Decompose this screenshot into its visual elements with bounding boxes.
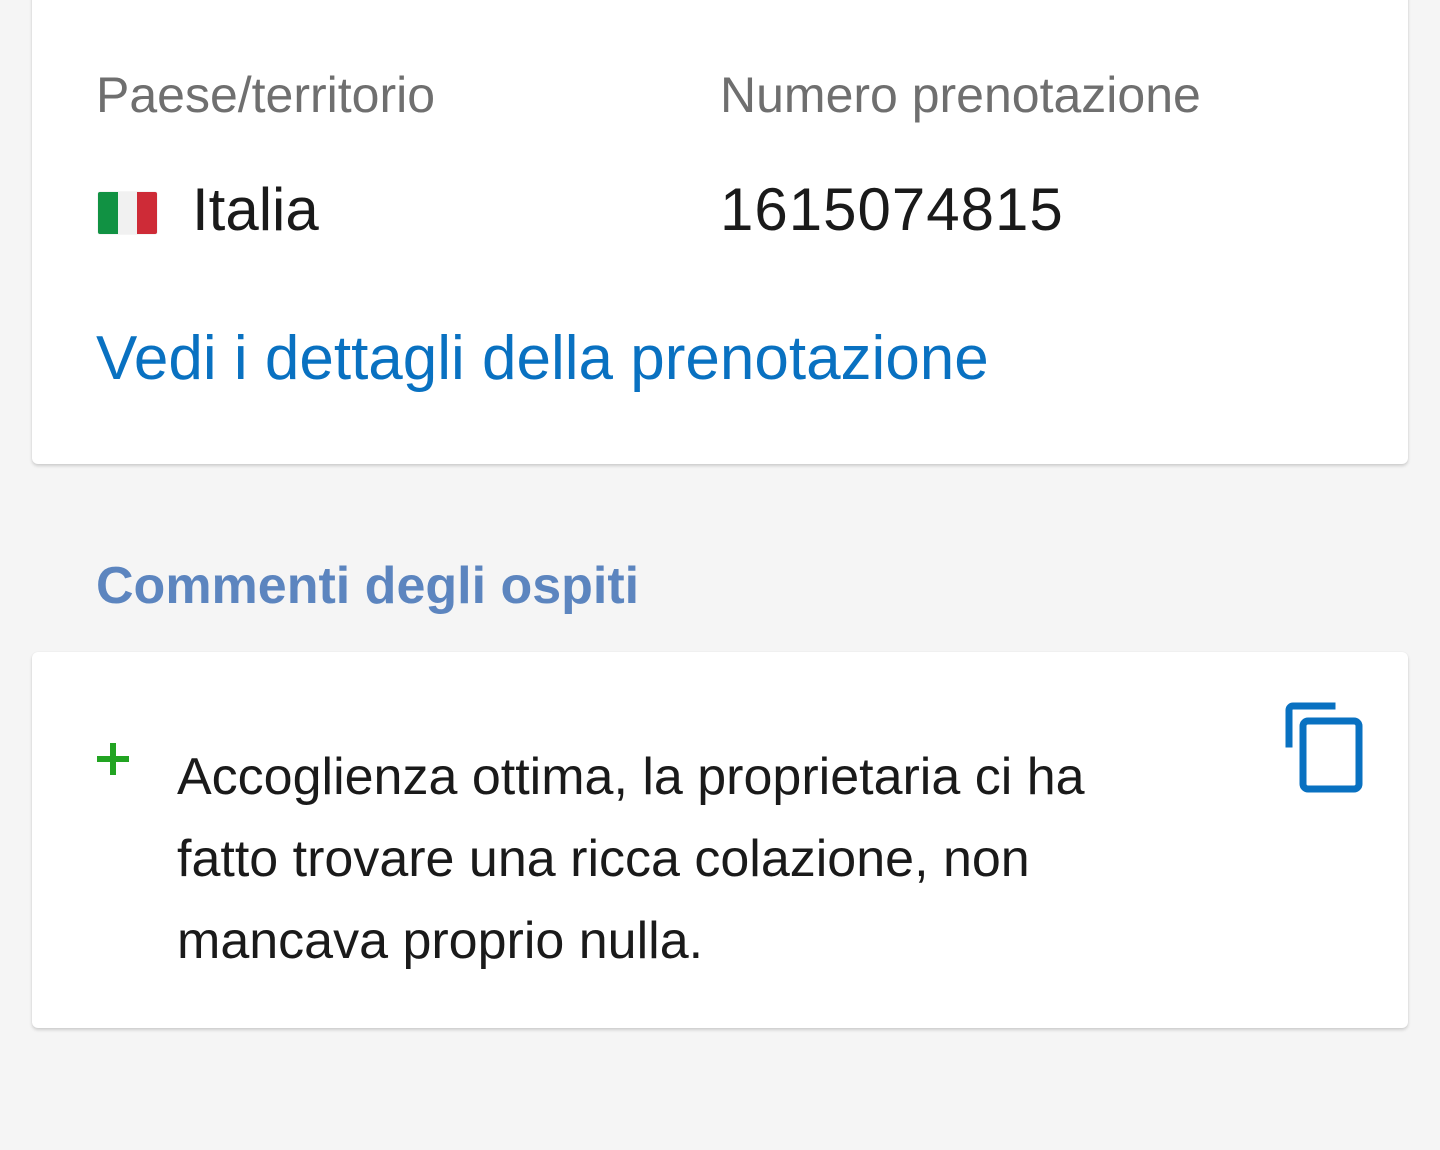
- guest-comment-card: Accoglienza ottima, la proprietaria ci h…: [32, 652, 1408, 1028]
- guest-comment-text: Accoglienza ottima, la proprietaria ci h…: [177, 748, 1085, 970]
- reservation-card: Paese/territorio Numero prenotazione Ita…: [32, 0, 1408, 464]
- page: Paese/territorio Numero prenotazione Ita…: [0, 0, 1440, 1150]
- guest-comments-title: Commenti degli ospiti: [96, 557, 640, 615]
- country-value: Italia: [192, 176, 319, 243]
- plus-icon: [97, 743, 129, 775]
- view-booking-details-link[interactable]: Vedi i dettagli della prenotazione: [96, 328, 989, 390]
- booking-number-value: 1615074815: [720, 176, 1064, 243]
- italy-flag-icon: [98, 192, 157, 234]
- country-label: Paese/territorio: [96, 67, 436, 123]
- copy-icon[interactable]: [1284, 702, 1364, 794]
- booking-number-label: Numero prenotazione: [720, 67, 1201, 123]
